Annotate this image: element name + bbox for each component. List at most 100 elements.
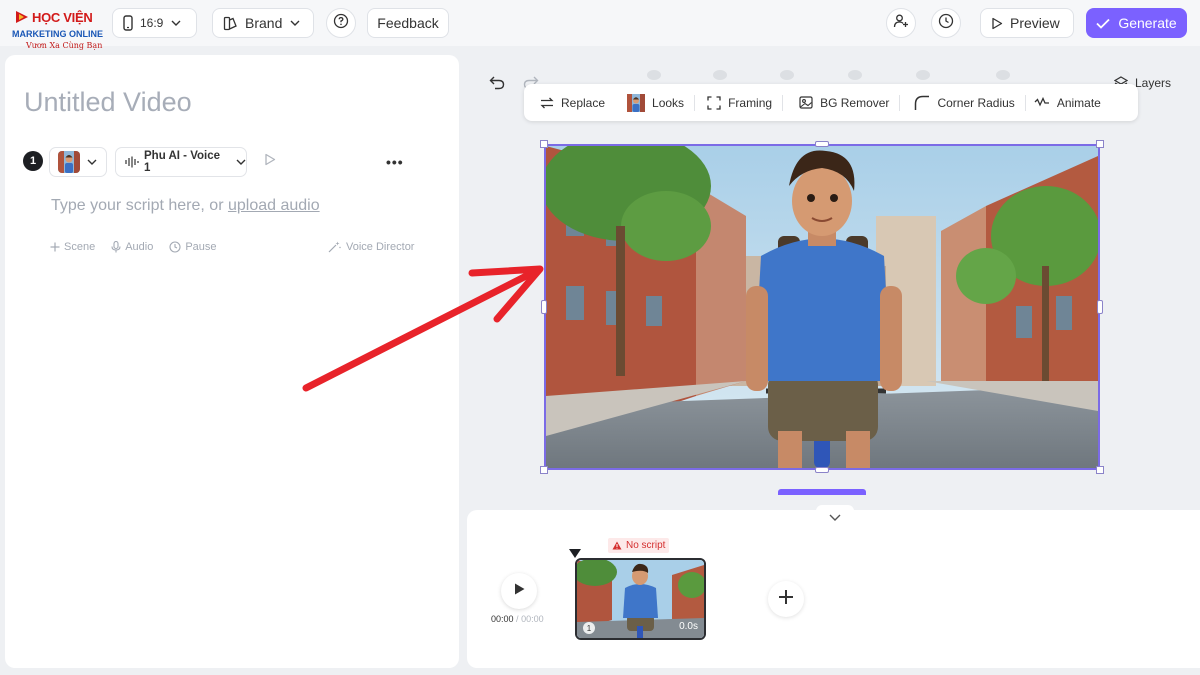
tool-label: Animate: [1056, 95, 1101, 110]
brand-kit-icon: [223, 16, 238, 31]
pause-tool[interactable]: Pause: [169, 241, 217, 253]
resize-handle[interactable]: [1096, 466, 1104, 474]
resize-handle[interactable]: [1096, 140, 1104, 148]
chevron-down-icon: [171, 20, 181, 26]
canvas-resize-grip[interactable]: [778, 489, 866, 495]
question-icon: [333, 13, 349, 34]
microphone-icon: [111, 241, 121, 253]
magic-wand-icon: [328, 241, 341, 253]
avatar-thumb-icon: [627, 93, 646, 112]
element-toolbar: Replace Looks Framing BG Remover Corner …: [524, 84, 1138, 121]
logo-text: HỌC VIỆN: [32, 9, 93, 25]
undo-icon: [489, 76, 505, 94]
framing-tool[interactable]: Framing: [695, 96, 782, 110]
feedback-button[interactable]: Feedback: [367, 8, 449, 38]
voice-preview-button[interactable]: [256, 147, 284, 177]
collapse-timeline-button[interactable]: [816, 505, 854, 529]
faded-toolbar-icon: [848, 70, 862, 80]
warning-label: No script: [626, 540, 666, 551]
preview-label: Preview: [1010, 15, 1060, 31]
resize-handle[interactable]: [815, 467, 829, 473]
timeline-play-button[interactable]: [501, 573, 537, 609]
clip-number: 1: [583, 622, 595, 634]
scene-number-badge: 1: [23, 151, 43, 171]
aspect-ratio-select[interactable]: 16:9: [112, 8, 197, 38]
image-icon: [799, 96, 813, 109]
voice-director-button[interactable]: Voice Director: [328, 241, 414, 253]
faded-toolbar-icon: [996, 70, 1010, 80]
resize-handle[interactable]: [540, 140, 548, 148]
total-time: 00:00: [521, 614, 544, 624]
video-canvas-frame[interactable]: [544, 144, 1100, 470]
warning-icon: [612, 541, 622, 550]
undo-button[interactable]: [489, 76, 505, 95]
tool-label: Looks: [652, 95, 685, 110]
more-options-icon[interactable]: •••: [386, 154, 404, 170]
clip-duration: 0.0s: [679, 621, 698, 632]
brand-select[interactable]: Brand: [212, 8, 314, 38]
phone-icon: [123, 15, 133, 31]
generate-button[interactable]: Generate: [1086, 8, 1187, 38]
resize-handle[interactable]: [540, 466, 548, 474]
tool-label: Pause: [185, 241, 217, 253]
resize-handle[interactable]: [815, 141, 829, 147]
animate-tool[interactable]: Animate: [1026, 96, 1111, 110]
invite-user-button[interactable]: [886, 8, 916, 38]
replace-icon: [540, 97, 554, 109]
logo-tagline: Vươn Xa Cùng Bạn: [26, 41, 103, 50]
current-time: 00:00: [491, 614, 514, 624]
tool-label: Corner Radius: [937, 95, 1015, 110]
framing-icon: [707, 95, 721, 110]
play-icon: [514, 582, 525, 600]
top-bar: HỌC VIỆN MARKETING ONLINE Vươn Xa Cùng B…: [0, 0, 1200, 50]
looks-tool[interactable]: Looks: [615, 93, 694, 112]
preview-button[interactable]: Preview: [980, 8, 1074, 38]
play-icon: [991, 17, 1003, 30]
animate-icon: [1034, 96, 1050, 109]
aspect-ratio-label: 16:9: [140, 16, 164, 30]
tool-label: Audio: [125, 241, 154, 253]
plus-icon: [778, 589, 794, 610]
check-icon: [1096, 18, 1110, 29]
help-button[interactable]: [326, 8, 356, 38]
bg-remover-tool[interactable]: BG Remover: [783, 96, 899, 110]
upload-audio-link[interactable]: upload audio: [228, 197, 320, 214]
logo-mark-icon: [14, 9, 30, 25]
scene-clip[interactable]: 1 0.0s: [575, 558, 706, 640]
history-button[interactable]: [931, 8, 961, 38]
avatar-thumbnail: [58, 151, 80, 173]
layers-label: Layers: [1135, 76, 1172, 90]
waveform-icon: [125, 156, 139, 168]
script-input[interactable]: Type your script here, or upload audio: [51, 197, 320, 215]
timeline-time: 00:00 / 00:00: [491, 614, 544, 624]
chevron-down-icon: [829, 508, 841, 526]
faded-toolbar-icon: [780, 70, 794, 80]
play-icon: [264, 153, 276, 171]
voice-select[interactable]: Phu AI - Voice 1: [115, 147, 247, 177]
feedback-label: Feedback: [377, 15, 439, 31]
replace-tool[interactable]: Replace: [524, 96, 615, 110]
chevron-down-icon: [290, 20, 300, 26]
audio-tool[interactable]: Audio: [111, 241, 153, 253]
tool-label: Replace: [561, 95, 606, 110]
add-scene-tool[interactable]: Scene: [50, 241, 95, 253]
add-scene-button[interactable]: [768, 581, 804, 617]
generate-label: Generate: [1118, 15, 1177, 31]
chevron-down-icon: [87, 159, 97, 165]
video-title-input[interactable]: Untitled Video: [24, 87, 192, 118]
scene-tools: Scene Audio Pause: [50, 241, 217, 253]
brand-label: Brand: [245, 15, 283, 31]
avatar-scene-illustration: [546, 146, 1098, 468]
avatar-select[interactable]: [49, 147, 107, 177]
plus-icon: [50, 242, 60, 252]
faded-toolbar-icon: [713, 70, 727, 80]
voice-director-label: Voice Director: [346, 241, 415, 253]
resize-handle[interactable]: [1097, 300, 1103, 314]
script-placeholder: Type your script here, or: [51, 197, 224, 214]
logo-subtitle: MARKETING ONLINE: [12, 29, 103, 39]
faded-toolbar-icon: [916, 70, 930, 80]
clock-icon: [938, 13, 954, 34]
chevron-down-icon: [236, 159, 246, 165]
annotation-arrow-icon: [300, 258, 550, 403]
corner-radius-tool[interactable]: Corner Radius: [900, 95, 1024, 111]
